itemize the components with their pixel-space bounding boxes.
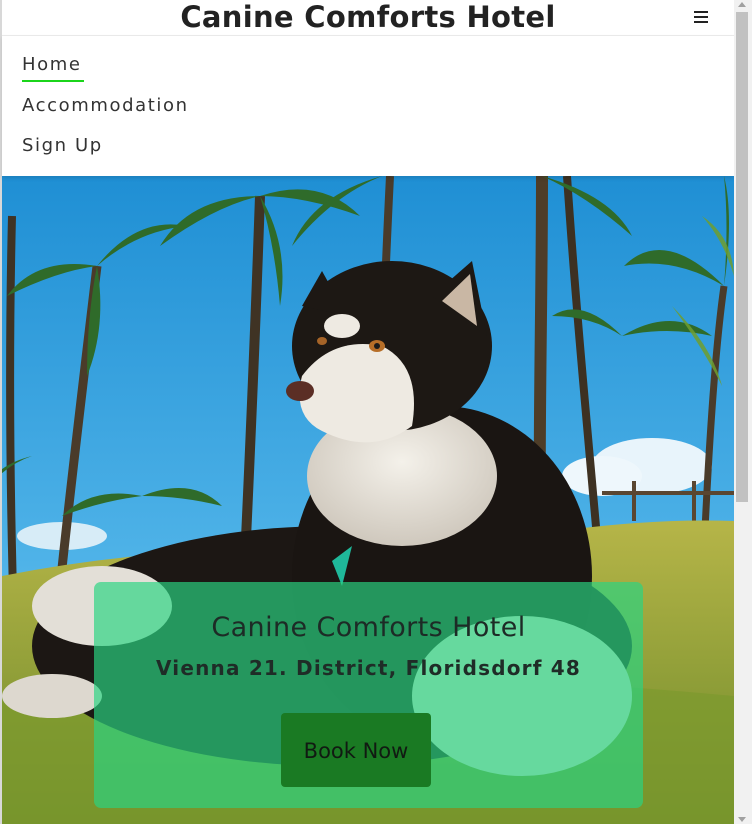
nav-menu: Home Accommodation Sign Up <box>2 36 734 176</box>
site-title: Canine Comforts Hotel <box>180 0 556 34</box>
nav-item-home[interactable]: Home <box>22 53 84 82</box>
book-now-button[interactable]: Book Now <box>281 713 431 787</box>
hero-card-title: Canine Comforts Hotel <box>211 612 526 643</box>
hero-card: Canine Comforts Hotel Vienna 21. Distric… <box>94 582 643 808</box>
scroll-down-icon[interactable] <box>738 817 746 822</box>
page-viewport: Canine Comforts Hotel Home Accommodation… <box>0 0 734 824</box>
site-header: Canine Comforts Hotel <box>2 0 734 36</box>
hero-section: Canine Comforts Hotel Vienna 21. Distric… <box>2 176 734 824</box>
hamburger-icon[interactable] <box>692 5 710 29</box>
nav-item-sign-up[interactable]: Sign Up <box>22 134 103 158</box>
hero-card-address: Vienna 21. District, Floridsdorf 48 <box>155 656 582 680</box>
nav-item-accommodation[interactable]: Accommodation <box>22 94 189 118</box>
scrollbar-thumb[interactable] <box>736 12 748 502</box>
vertical-scrollbar[interactable] <box>734 0 752 824</box>
scroll-up-icon[interactable] <box>738 2 746 7</box>
